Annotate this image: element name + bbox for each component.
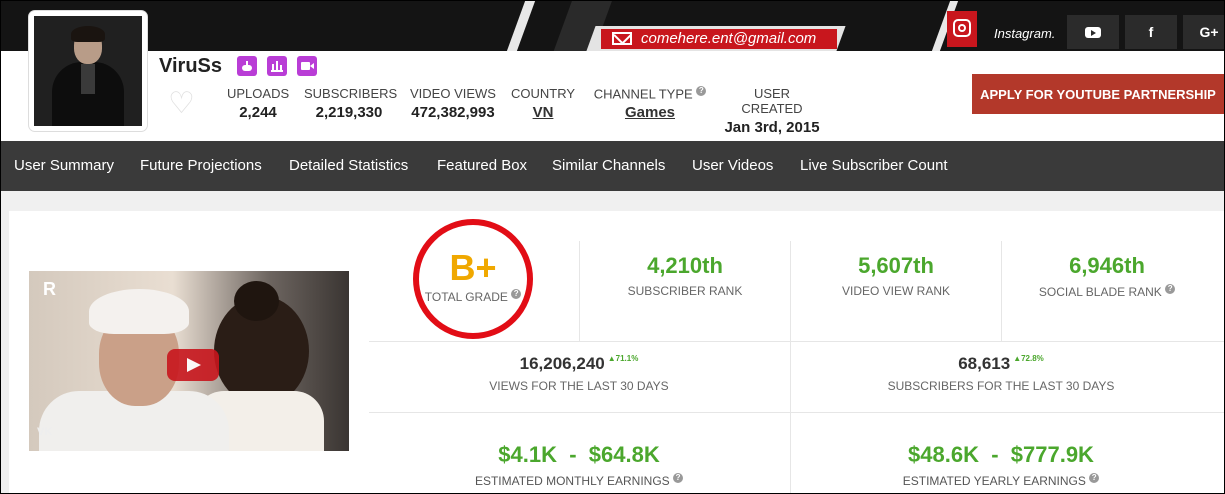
grade-value: B+ [449, 247, 497, 288]
channel-name: ViruSs [159, 55, 222, 77]
favorite-heart-icon[interactable]: ♡ [168, 89, 195, 119]
channel-type-label: CHANNEL TYPE [593, 86, 693, 102]
nav-live-subscriber-count[interactable]: Live Subscriber Count [800, 157, 948, 174]
avatar-shirt [81, 64, 95, 94]
subs-30-value: 68,613 [958, 354, 1011, 373]
stat-video-views: VIDEO VIEWS 472,382,993 [409, 86, 497, 121]
yearly-earnings-value: $48.6K - $777.9K [908, 442, 1094, 467]
rank-label: SUBSCRIBER RANK [627, 284, 743, 298]
nav-user-videos[interactable]: User Videos [692, 157, 773, 174]
avatar [34, 16, 142, 126]
rank-value: 4,210th [647, 253, 723, 278]
apply-partnership-button[interactable]: APPLY FOR YOUTUBE PARTNERSHIP [972, 74, 1224, 114]
rank-label-text: SOCIAL BLADE RANK [1038, 285, 1162, 299]
stat-label: USER CREATED [741, 86, 803, 116]
nav-featured-box[interactable]: Featured Box [437, 157, 527, 174]
stat-label: VIDEO VIEWS [410, 86, 496, 101]
views-30-value: 16,206,240 [519, 354, 605, 373]
googleplus-link[interactable]: G+ [1183, 15, 1224, 49]
video-person-hair [234, 281, 279, 321]
instagram-icon [953, 19, 971, 37]
rank-value: 5,607th [858, 253, 934, 278]
yearly-earnings-label: ESTIMATED YEARLY EARNINGS ? [801, 473, 1201, 488]
rank-label: VIDEO VIEW RANK [841, 284, 951, 298]
play-icon[interactable] [167, 349, 219, 381]
nav-future-projections[interactable]: Future Projections [140, 157, 262, 174]
video-logo: R [43, 279, 56, 299]
youtube-icon [1085, 26, 1101, 38]
rank-value: 6,946th [1069, 253, 1145, 278]
avatar-frame [29, 11, 147, 131]
divider [1001, 241, 1002, 341]
grade-label-text: TOTAL GRADE [424, 290, 508, 304]
banner-stripe [505, 1, 537, 51]
avatar-hair [71, 26, 105, 42]
video-watermark: VK [37, 426, 53, 438]
grade-label: TOTAL GRADE ? [419, 289, 527, 304]
nav-similar-channels[interactable]: Similar Channels [552, 157, 665, 174]
page: comehere.ent@gmail.com Instagram. f G+ V… [0, 0, 1225, 494]
stat-label: SUBSCRIBERS [304, 86, 398, 101]
stat-label: UPLOADS [227, 86, 290, 101]
mail-icon [612, 32, 632, 45]
divider [579, 241, 580, 341]
subscribers-last-30-days: 68,613 ▲72.8% SUBSCRIBERS FOR THE LAST 30… [801, 354, 1201, 393]
subs-30-change: ▲72.8% [1013, 354, 1044, 363]
stat-value: 2,219,330 [315, 104, 383, 121]
help-icon[interactable]: ? [696, 86, 707, 96]
subscriber-rank: 4,210th SUBSCRIBER RANK [585, 253, 785, 298]
views-30-label: VIEWS FOR THE LAST 30 DAYS [489, 379, 669, 393]
help-icon[interactable]: ? [511, 289, 522, 299]
stat-channel-type: CHANNEL TYPE ? Games [591, 86, 709, 121]
nav-detailed-statistics[interactable]: Detailed Statistics [289, 157, 408, 174]
monthly-earnings-value: $4.1K - $64.8K [498, 442, 660, 467]
video-badge-icon[interactable] [297, 56, 317, 76]
monthly-earnings-label: ESTIMATED MONTHLY EARNINGS ? [379, 473, 779, 488]
estimated-monthly-earnings: $4.1K - $64.8K ESTIMATED MONTHLY EARNING… [379, 442, 779, 488]
banner-instagram: Instagram. [994, 26, 1056, 41]
estimated-yearly-earnings: $48.6K - $777.9K ESTIMATED YEARLY EARNIN… [801, 442, 1201, 488]
video-view-rank: 5,607th VIDEO VIEW RANK [796, 253, 996, 298]
stat-value: 2,244 [239, 104, 277, 121]
uploads-badge-icon[interactable] [237, 56, 257, 76]
banner-email: comehere.ent@gmail.com [641, 30, 817, 47]
statistics-badge-icon[interactable] [267, 56, 287, 76]
featured-video[interactable]: R VK [29, 271, 349, 451]
yearly-earnings-label-text: ESTIMATED YEARLY EARNINGS [902, 474, 1086, 488]
stat-label: CHANNEL TYPE ? [591, 86, 709, 101]
help-icon[interactable]: ? [673, 473, 684, 483]
facebook-link[interactable]: f [1125, 15, 1177, 49]
video-person-hair [89, 289, 189, 334]
channel-banner: comehere.ent@gmail.com Instagram. f G+ [1, 1, 1224, 51]
total-grade-circle: B+ TOTAL GRADE ? [413, 219, 533, 339]
social-blade-rank: 6,946th SOCIAL BLADE RANK ? [1007, 253, 1207, 299]
googleplus-icon: G+ [1199, 24, 1219, 40]
divider [369, 412, 1224, 413]
stat-uploads: UPLOADS 2,244 [227, 86, 289, 121]
divider [369, 341, 1224, 342]
country-link[interactable]: VN [511, 104, 575, 121]
help-icon[interactable]: ? [1165, 284, 1176, 294]
channel-type-link[interactable]: Games [591, 104, 709, 121]
divider [790, 241, 791, 493]
main-nav: User Summary Future Projections Detailed… [1, 141, 1224, 191]
youtube-link[interactable] [1067, 15, 1119, 49]
stat-value: Jan 3rd, 2015 [724, 119, 820, 136]
stat-subscribers: SUBSCRIBERS 2,219,330 [304, 86, 398, 121]
stat-label: COUNTRY [511, 86, 576, 101]
stat-value: 472,382,993 [411, 104, 495, 121]
views-30-change: ▲71.1% [607, 354, 639, 363]
stat-user-created: USER CREATED Jan 3rd, 2015 [724, 86, 820, 136]
help-icon[interactable]: ? [1089, 473, 1100, 483]
views-last-30-days: 16,206,240 ▲71.1% VIEWS FOR THE LAST 30 D… [379, 354, 779, 393]
facebook-icon: f [1148, 24, 1154, 40]
subs-30-label: SUBSCRIBERS FOR THE LAST 30 DAYS [887, 379, 1115, 393]
monthly-earnings-label-text: ESTIMATED MONTHLY EARNINGS [474, 474, 670, 488]
stat-country: COUNTRY VN [511, 86, 575, 121]
rank-label: SOCIAL BLADE RANK ? [1007, 284, 1207, 299]
nav-user-summary[interactable]: User Summary [14, 157, 114, 174]
